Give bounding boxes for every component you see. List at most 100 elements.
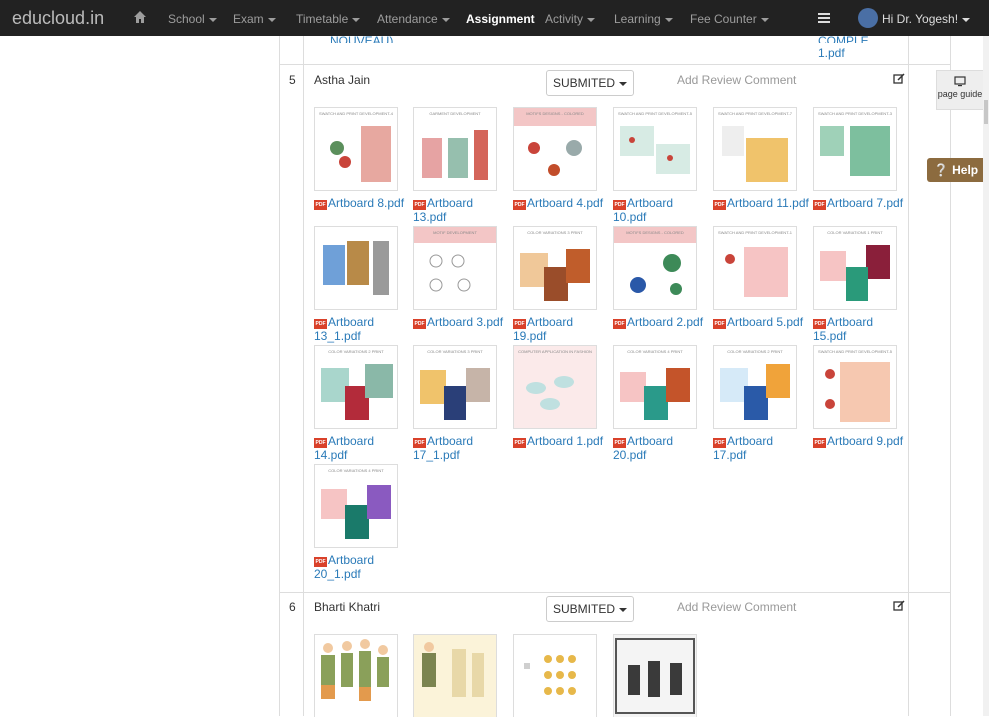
pdf-icon: PDF xyxy=(314,557,327,567)
file-link[interactable]: PDF Artboard 15.pdf xyxy=(813,315,909,343)
nav-assignment[interactable]: Assignment xyxy=(466,12,535,26)
file-link[interactable]: PDF Artboard 13_1.pdf xyxy=(314,315,410,343)
file-link[interactable]: PDF Artboard 17_1.pdf xyxy=(413,434,509,462)
edit-icon[interactable] xyxy=(893,73,905,85)
pdf-icon: PDF xyxy=(314,319,327,329)
thumbnail-caption: SWATCH AND PRINT DEVELOPMENT-3 xyxy=(818,111,892,116)
attachment-thumbnail[interactable]: MOTIF DEVELOPMENT xyxy=(413,226,497,310)
attachment-thumbnail[interactable]: SWATCH AND PRINT DEVELOPMENT-5 xyxy=(613,107,697,191)
thumbnail-caption: MOTIFS DESIGNS - COLORED xyxy=(626,230,684,235)
edit-icon[interactable] xyxy=(893,600,905,612)
file-link[interactable]: PDF Artboard 5.pdf xyxy=(713,315,809,329)
nav-exam[interactable]: Exam xyxy=(233,12,276,26)
thumbnail-caption: SWATCH AND PRINT DEVELOPMENT-7 xyxy=(718,111,792,116)
review-comment-input[interactable]: Add Review Comment xyxy=(677,600,796,614)
file-link[interactable]: PDF Artboard 2.pdf xyxy=(613,315,709,329)
attachment-thumbnail[interactable]: SWATCH AND PRINT DEVELOPMENT-1 xyxy=(713,226,797,310)
thumbnail-caption: COLOR VARIATIONS 4 PRINT xyxy=(328,468,384,473)
user-menu[interactable]: Hi Dr. Yogesh! xyxy=(882,12,971,26)
nav-timetable[interactable]: Timetable xyxy=(296,12,361,26)
file-link[interactable]: PDF Artboard 13.pdf xyxy=(413,196,509,224)
pdf-icon: PDF xyxy=(813,200,826,210)
thumbnail-art xyxy=(720,364,790,420)
grid-menu-icon[interactable] xyxy=(818,12,830,24)
thumbnail-art xyxy=(323,241,389,295)
thumbnail-caption: GARMENT DEVELOPMENT xyxy=(429,111,481,116)
status-dropdown[interactable]: SUBMITED xyxy=(546,70,634,96)
help-button[interactable]: ❔ Help xyxy=(927,158,985,182)
nav-activity[interactable]: Activity xyxy=(545,12,596,26)
file-name: Artboard 1.pdf xyxy=(527,434,604,448)
thumbnail-caption: MOTIFS DESIGNS - COLORED xyxy=(526,111,584,116)
pdf-icon: PDF xyxy=(813,319,826,329)
row-number: 6 xyxy=(289,600,296,614)
attachment-thumbnail[interactable]: COLOR VARIATIONS 2 PRINT xyxy=(314,345,398,429)
file-link[interactable]: PDF Artboard 8.pdf xyxy=(314,196,410,210)
attachment-thumbnail[interactable]: COLOR VARIATIONS 2 PRINT xyxy=(713,345,797,429)
nav-learning[interactable]: Learning xyxy=(614,12,673,26)
thumbnail-caption: COLOR VARIATIONS 3 PRINT xyxy=(527,230,583,235)
thumbnail-caption: SWATCH AND PRINT DEVELOPMENT-1 xyxy=(718,230,792,235)
file-link[interactable]: PDF Artboard 19.pdf xyxy=(513,315,609,343)
attachment-thumbnail[interactable]: SWATCH AND PRINT DEVELOPMENT-7 xyxy=(713,107,797,191)
pdf-icon: PDF xyxy=(314,200,327,210)
pdf-icon: PDF xyxy=(314,438,327,448)
file-link[interactable]: PDF Artboard 4.pdf xyxy=(513,196,609,210)
pdf-icon: PDF xyxy=(513,200,526,210)
attachment-thumbnail[interactable]: GARMENT DEVELOPMENT xyxy=(413,107,497,191)
pdf-icon: PDF xyxy=(513,438,526,448)
file-link[interactable]: PDF Artboard 20.pdf xyxy=(613,434,709,462)
attachment-thumbnail[interactable]: SWATCH AND PRINT DEVELOPMENT-4 xyxy=(314,107,398,191)
file-name: Artboard 3.pdf xyxy=(427,315,504,329)
thumbnail-caption: COLOR VARIATIONS 2 PRINT xyxy=(727,349,783,354)
file-link[interactable]: PDF Artboard 17.pdf xyxy=(713,434,809,462)
review-comment-input[interactable]: Add Review Comment xyxy=(677,73,796,87)
scrollbar-thumb[interactable] xyxy=(984,100,988,124)
page-guide-button[interactable]: page guide xyxy=(936,70,984,110)
file-link[interactable]: PDF Artboard 7.pdf xyxy=(813,196,909,210)
attachment-thumbnail[interactable]: COMPUTER APPLICATION IN FASHION xyxy=(513,345,597,429)
pdf-icon: PDF xyxy=(513,319,526,329)
file-link[interactable]: PDF Artboard 3.pdf xyxy=(413,315,509,329)
attachment-thumbnail[interactable]: SWATCH AND PRINT DEVELOPMENT-3 xyxy=(813,107,897,191)
brand-logo[interactable]: educloud.in xyxy=(12,8,104,29)
nav-fee-counter[interactable]: Fee Counter xyxy=(690,12,769,26)
attachment-thumbnail[interactable]: MOTIFS DESIGNS - COLORED xyxy=(513,107,597,191)
file-name: Artboard 2.pdf xyxy=(627,315,704,329)
thumbnail-art xyxy=(420,368,490,420)
previous-row-file-link[interactable]: COMPLE... xyxy=(818,34,879,43)
attachment-thumbnail[interactable] xyxy=(613,634,697,717)
attachment-thumbnail[interactable]: SWATCH AND PRINT DEVELOPMENT-5 xyxy=(813,345,897,429)
file-link[interactable]: PDF Artboard 11.pdf xyxy=(713,196,809,210)
attachment-thumbnail[interactable] xyxy=(314,226,398,310)
file-link[interactable]: PDF Artboard 10.pdf xyxy=(613,196,709,224)
file-link[interactable]: PDF Artboard 9.pdf xyxy=(813,434,909,448)
thumbnail-art xyxy=(330,126,391,182)
attachment-thumbnail[interactable] xyxy=(314,634,398,717)
home-icon[interactable] xyxy=(133,10,147,24)
attachment-thumbnail[interactable]: MOTIFS DESIGNS - COLORED xyxy=(613,226,697,310)
file-link[interactable]: PDF Artboard 14.pdf xyxy=(314,434,410,462)
previous-row-file-link[interactable]: NOUVEAU).... xyxy=(330,34,407,43)
file-link[interactable]: PDF Artboard 20_1.pdf xyxy=(314,553,410,581)
top-navbar: educloud.in School Exam Timetable Attend… xyxy=(0,0,989,36)
attachment-thumbnail[interactable]: COLOR VARIATIONS 3 PRINT xyxy=(413,345,497,429)
table-right-border xyxy=(950,36,951,716)
thumbnail-art xyxy=(520,249,590,301)
thumbnail-caption: COLOR VARIATIONS 4 PRINT xyxy=(627,349,683,354)
file-name: Artboard 8.pdf xyxy=(328,196,405,210)
attachment-thumbnail[interactable]: COLOR VARIATIONS 3 PRINT xyxy=(513,226,597,310)
nav-school[interactable]: School xyxy=(168,12,217,26)
attachment-thumbnail[interactable]: COLOR VARIATIONS 4 PRINT xyxy=(613,345,697,429)
scrollbar[interactable] xyxy=(983,36,989,716)
nav-attendance[interactable]: Attendance xyxy=(377,12,450,26)
previous-row-file-link[interactable]: 1.pdf xyxy=(818,46,845,60)
attachment-thumbnail[interactable] xyxy=(513,634,597,717)
file-link[interactable]: PDF Artboard 1.pdf xyxy=(513,434,609,448)
avatar[interactable] xyxy=(858,8,878,28)
attachment-thumbnail[interactable]: COLOR VARIATIONS 1 PRINT xyxy=(813,226,897,310)
file-name: Artboard 11.pdf xyxy=(727,196,809,210)
status-dropdown[interactable]: SUBMITED xyxy=(546,596,634,622)
attachment-thumbnail[interactable]: COLOR VARIATIONS 4 PRINT xyxy=(314,464,398,548)
attachment-thumbnail[interactable] xyxy=(413,634,497,717)
